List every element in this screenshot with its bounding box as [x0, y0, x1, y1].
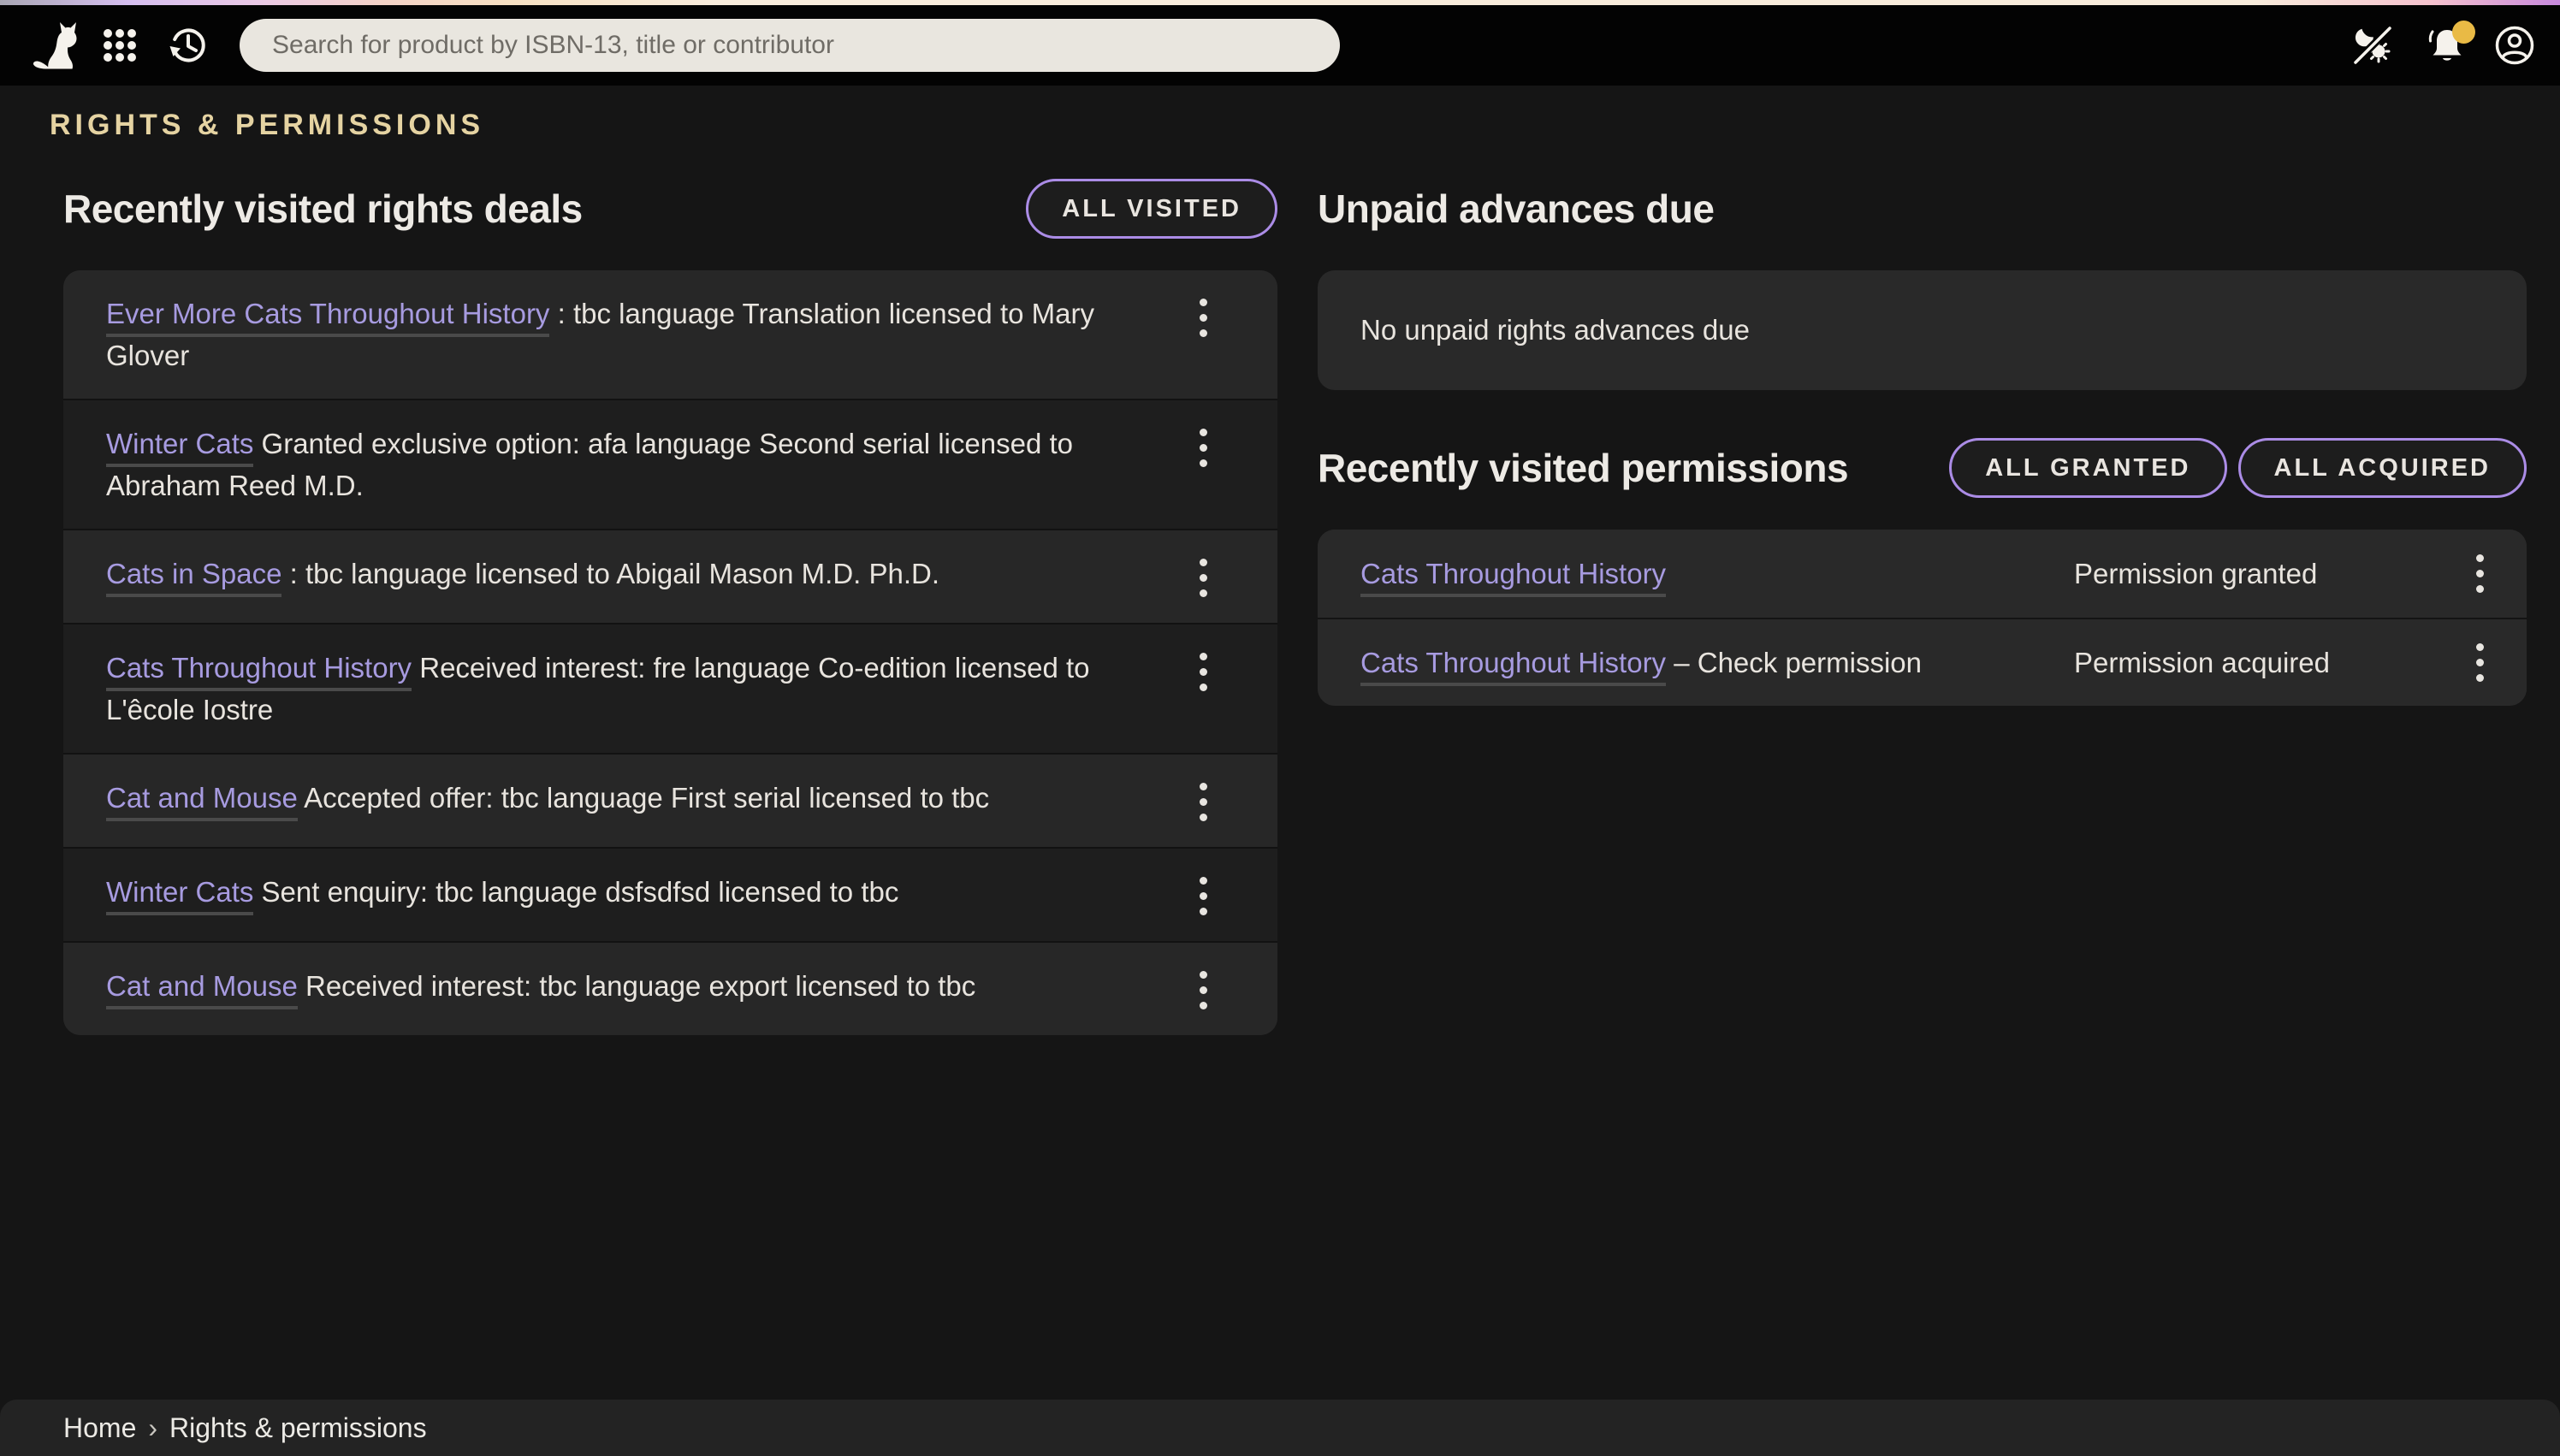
permissions-card: Cats Throughout History Permission grant… [1318, 530, 2527, 706]
deal-description: Cat and Mouse Accepted offer: tbc langua… [106, 777, 1146, 825]
permission-description: Cats Throughout History [1360, 558, 2074, 590]
permission-status: Permission acquired [2074, 647, 2473, 679]
kebab-menu-icon[interactable] [1196, 779, 1211, 825]
deal-description: Ever More Cats Throughout History : tbc … [106, 293, 1146, 376]
notification-badge [2452, 21, 2475, 44]
permission-row: Cats Throughout History – Check permissi… [1318, 618, 2527, 706]
deal-summary-text: Accepted offer: tbc language First seria… [298, 782, 989, 814]
permission-row: Cats Throughout History Permission grant… [1318, 530, 2527, 618]
unpaid-advances-card: No unpaid rights advances due [1318, 270, 2527, 390]
deal-row: Cats in Space : tbc language licensed to… [63, 529, 1277, 623]
main-content: RIGHTS & PERMISSIONS Recently visited ri… [0, 86, 2560, 1400]
kebab-menu-icon[interactable] [1196, 425, 1211, 471]
deal-summary-text: Sent enquiry: tbc language dsfsdfsd lice… [253, 876, 898, 908]
permission-description: Cats Throughout History – Check permissi… [1360, 647, 2074, 679]
breadcrumb: Home › Rights & permissions [63, 1412, 427, 1444]
deal-product-link[interactable]: Cat and Mouse [106, 782, 298, 821]
deal-product-link[interactable]: Cat and Mouse [106, 970, 298, 1009]
kebab-menu-icon[interactable] [1196, 555, 1211, 601]
theme-toggle-icon [2352, 25, 2393, 66]
all-granted-button[interactable]: ALL GRANTED [1949, 438, 2226, 498]
deal-description: Winter Cats Granted exclusive option: af… [106, 423, 1146, 506]
kebab-menu-icon[interactable] [2473, 640, 2487, 685]
account-button[interactable] [2494, 25, 2535, 66]
history-button[interactable] [137, 25, 209, 66]
rights-deals-section: Recently visited rights deals ALL VISITE… [63, 179, 1277, 1035]
kebab-menu-icon[interactable] [1196, 295, 1211, 340]
deal-summary-text: : tbc language licensed to Abigail Mason… [281, 558, 939, 589]
permission-status: Permission granted [2074, 558, 2473, 590]
unpaid-advances-empty-message: No unpaid rights advances due [1360, 314, 1750, 346]
kebab-menu-icon[interactable] [1196, 649, 1211, 695]
deal-product-link[interactable]: Ever More Cats Throughout History [106, 298, 549, 337]
cat-logo-icon [29, 20, 84, 71]
deal-description: Winter Cats Sent enquiry: tbc language d… [106, 871, 1146, 919]
permissions-heading: Recently visited permissions [1318, 445, 1848, 491]
deal-row: Cats Throughout History Received interes… [63, 623, 1277, 753]
deal-product-link[interactable]: Cats in Space [106, 558, 281, 597]
apps-grid-icon [103, 28, 137, 62]
product-search [240, 19, 1340, 72]
deal-row: Cat and Mouse Accepted offer: tbc langua… [63, 753, 1277, 847]
breadcrumb-separator: › [148, 1412, 157, 1443]
kebab-menu-icon[interactable] [1196, 968, 1211, 1013]
kebab-menu-icon[interactable] [1196, 873, 1211, 919]
deal-description: Cats Throughout History Received interes… [106, 647, 1146, 731]
deal-row: Ever More Cats Throughout History : tbc … [63, 270, 1277, 399]
breadcrumb-current: Rights & permissions [169, 1412, 427, 1443]
deal-row: Cat and Mouse Received interest: tbc lan… [63, 941, 1277, 1035]
page-title: RIGHTS & PERMISSIONS [50, 109, 2560, 142]
permission-suffix-text: – Check permission [1666, 647, 1922, 678]
all-acquired-button[interactable]: ALL ACQUIRED [2238, 438, 2527, 498]
notifications-button[interactable] [2426, 24, 2468, 67]
deal-product-link[interactable]: Cats Throughout History [106, 652, 412, 691]
deal-product-link[interactable]: Winter Cats [106, 876, 253, 915]
deal-description: Cat and Mouse Received interest: tbc lan… [106, 965, 1146, 1013]
deal-row: Winter Cats Granted exclusive option: af… [63, 399, 1277, 529]
breadcrumb-bar: Home › Rights & permissions [0, 1400, 2560, 1456]
home-logo-button[interactable] [29, 20, 84, 71]
permission-product-link[interactable]: Cats Throughout History [1360, 558, 1666, 597]
account-icon [2494, 25, 2535, 66]
breadcrumb-home-link[interactable]: Home [63, 1412, 136, 1443]
deal-row: Winter Cats Sent enquiry: tbc language d… [63, 847, 1277, 941]
top-navigation-bar [0, 5, 2560, 86]
search-input[interactable] [240, 19, 1340, 72]
apps-grid-button[interactable] [84, 28, 137, 62]
kebab-menu-icon[interactable] [2473, 551, 2487, 596]
deal-product-link[interactable]: Winter Cats [106, 428, 253, 467]
permission-product-link[interactable]: Cats Throughout History [1360, 647, 1666, 686]
deals-card: Ever More Cats Throughout History : tbc … [63, 270, 1277, 1035]
deals-heading: Recently visited rights deals [63, 186, 583, 232]
deal-description: Cats in Space : tbc language licensed to… [106, 553, 1146, 601]
advances-heading: Unpaid advances due [1318, 186, 1714, 232]
history-icon [168, 25, 209, 66]
all-visited-button[interactable]: ALL VISITED [1026, 179, 1277, 239]
advances-permissions-section: Unpaid advances due No unpaid rights adv… [1318, 179, 2527, 1035]
deal-summary-text: Received interest: tbc language export l… [298, 970, 975, 1002]
theme-toggle-button[interactable] [2352, 25, 2393, 66]
